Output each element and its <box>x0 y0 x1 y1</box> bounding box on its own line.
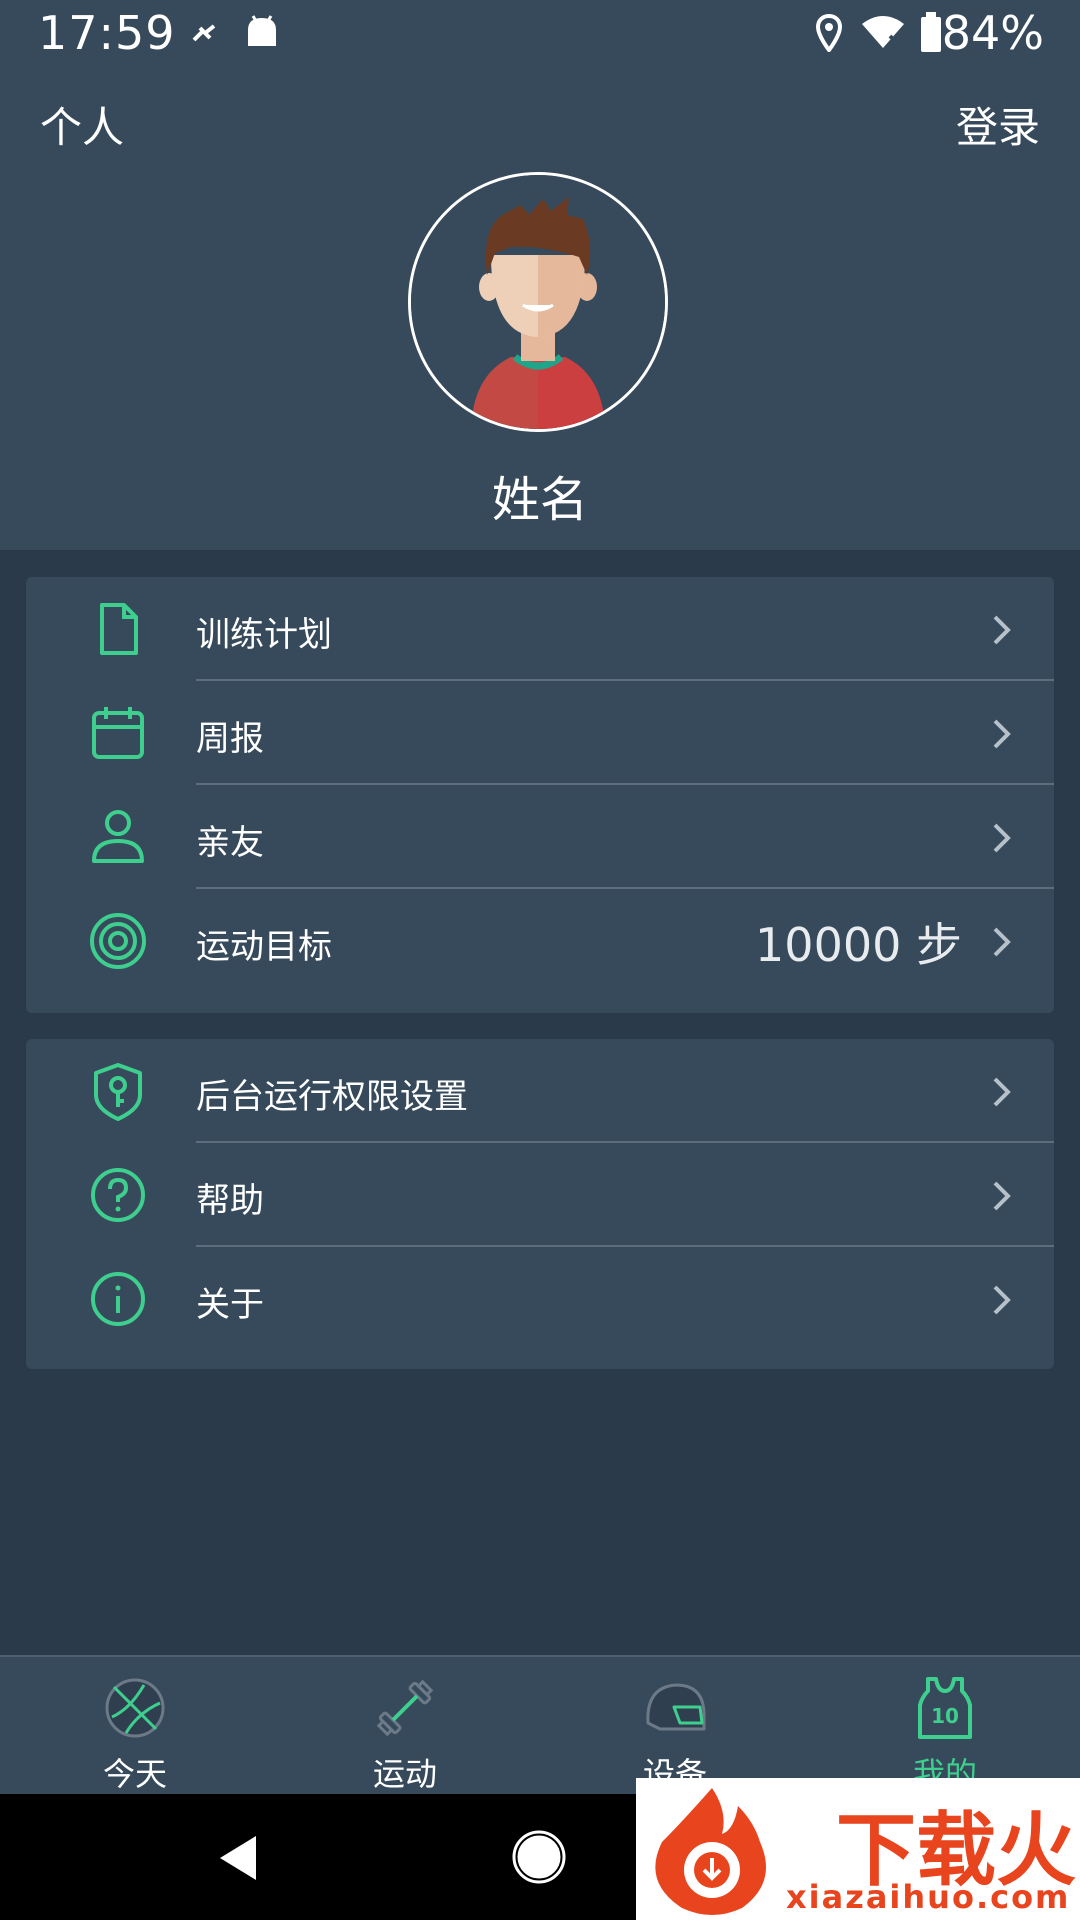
person-icon <box>92 810 144 863</box>
flame-logo-icon <box>655 1788 766 1915</box>
bottom-nav: 今天 运动 设备 10 我的 <box>0 1655 1080 1796</box>
chevron-right-icon <box>993 927 1011 957</box>
basketball-icon <box>105 1678 165 1738</box>
tab-device[interactable]: 设备 <box>540 1657 810 1796</box>
menu-card-primary: 训练计划 周报 亲友 运动目标 10000 步 <box>26 577 1054 1013</box>
tab-mine[interactable]: 10 我的 <box>810 1657 1080 1796</box>
page-title: 个人 <box>40 103 125 152</box>
watermark-url: xiazaihuo.com <box>786 1878 1071 1916</box>
android-icon <box>248 15 276 46</box>
menu-item-training-plan[interactable]: 训练计划 <box>26 577 1054 681</box>
user-name[interactable]: 姓名 <box>0 460 1080 530</box>
signal-off-icon <box>192 24 216 42</box>
battery-level: 84% <box>941 6 1044 60</box>
chevron-right-icon <box>993 823 1011 853</box>
chevron-right-icon <box>993 1285 1011 1315</box>
tab-today[interactable]: 今天 <box>0 1657 270 1796</box>
menu-item-label: 帮助 <box>196 1181 264 1221</box>
menu-card-secondary: 后台运行权限设置 帮助 关于 <box>26 1039 1054 1369</box>
home-icon[interactable] <box>512 1830 566 1884</box>
avatar-illustration <box>411 175 665 429</box>
tab-exercise[interactable]: 运动 <box>270 1657 540 1796</box>
menu-item-label: 关于 <box>196 1285 264 1325</box>
jersey-icon: 10 <box>918 1677 972 1739</box>
shield-key-icon <box>94 1063 142 1121</box>
back-icon[interactable] <box>216 1834 260 1882</box>
calendar-icon <box>92 707 144 759</box>
chevron-right-icon <box>993 615 1011 645</box>
menu-item-help[interactable]: 帮助 <box>26 1143 1054 1247</box>
menu-item-label: 周报 <box>196 719 264 759</box>
menu-item-label: 亲友 <box>196 823 264 863</box>
help-icon <box>91 1168 145 1222</box>
location-icon <box>816 14 842 52</box>
status-time: 17:59 <box>38 6 176 60</box>
chevron-right-icon <box>993 1181 1011 1211</box>
chevron-right-icon <box>993 1077 1011 1107</box>
helmet-icon <box>646 1683 706 1731</box>
target-icon <box>90 913 146 969</box>
step-goal-value: 10000 步 <box>755 918 962 972</box>
menu-item-label: 运动目标 <box>196 927 332 967</box>
menu-item-label: 后台运行权限设置 <box>196 1077 468 1117</box>
tab-label: 今天 <box>102 1755 167 1793</box>
menu-item-background-permission[interactable]: 后台运行权限设置 <box>26 1039 1054 1143</box>
wifi-icon <box>862 16 904 50</box>
avatar[interactable] <box>408 172 668 432</box>
watermark: 下载火 xiazaihuo.com <box>636 1778 1080 1920</box>
tab-label: 运动 <box>372 1755 437 1793</box>
file-icon <box>100 603 138 655</box>
status-bar: 17:59 84% <box>0 0 1080 66</box>
menu-item-label: 训练计划 <box>196 615 332 655</box>
login-button[interactable]: 登录 <box>956 94 1040 155</box>
info-icon <box>91 1272 145 1326</box>
profile-header: 个人 登录 姓名 <box>0 66 1080 550</box>
menu-item-friends[interactable]: 亲友 <box>26 785 1054 889</box>
dumbbell-icon <box>376 1679 434 1737</box>
menu-item-weekly-report[interactable]: 周报 <box>26 681 1054 785</box>
menu-item-exercise-goal[interactable]: 运动目标 10000 步 <box>26 889 1054 993</box>
chevron-right-icon <box>993 719 1011 749</box>
jersey-number: 10 <box>931 1704 959 1728</box>
menu-item-about[interactable]: 关于 <box>26 1247 1054 1351</box>
battery-icon <box>921 12 941 52</box>
